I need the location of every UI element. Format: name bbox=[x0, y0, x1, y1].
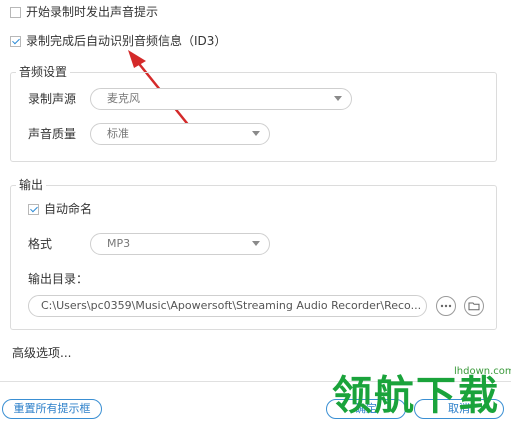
more-options-button[interactable] bbox=[436, 296, 456, 316]
output-dir-field[interactable]: C:\Users\pc0359\Music\Apowersoft\Streami… bbox=[28, 295, 427, 317]
chevron-down-icon bbox=[334, 96, 342, 101]
format-select[interactable]: MP3 bbox=[90, 233, 270, 255]
output-title: 输出 bbox=[16, 177, 47, 193]
watermark-text: 领航下载 bbox=[332, 373, 500, 419]
auto-name-checkbox[interactable] bbox=[28, 204, 39, 215]
chevron-down-icon bbox=[252, 241, 260, 246]
source-select[interactable]: 麦克风 bbox=[90, 88, 352, 110]
format-value: MP3 bbox=[107, 237, 131, 250]
audio-settings-group bbox=[10, 72, 497, 162]
advanced-options-link[interactable]: 高级选项... bbox=[12, 345, 71, 361]
auto-name-label: 自动命名 bbox=[44, 202, 93, 216]
audio-settings-title: 音频设置 bbox=[16, 64, 71, 80]
source-value: 麦克风 bbox=[107, 92, 140, 105]
quality-value: 标准 bbox=[107, 127, 129, 140]
folder-icon bbox=[468, 302, 480, 311]
quality-select[interactable]: 标准 bbox=[90, 123, 270, 145]
output-dir-value: C:\Users\pc0359\Music\Apowersoft\Streami… bbox=[41, 299, 422, 312]
more-horizontal-icon bbox=[440, 304, 452, 308]
source-label: 录制声源 bbox=[28, 92, 77, 106]
chevron-down-icon bbox=[252, 131, 260, 136]
output-dir-label: 输出目录： bbox=[28, 272, 89, 286]
open-folder-button[interactable] bbox=[464, 296, 484, 316]
reset-prompts-button[interactable]: 重置所有提示框 bbox=[2, 399, 102, 419]
format-label: 格式 bbox=[28, 237, 53, 251]
quality-label: 声音质量 bbox=[28, 127, 77, 141]
